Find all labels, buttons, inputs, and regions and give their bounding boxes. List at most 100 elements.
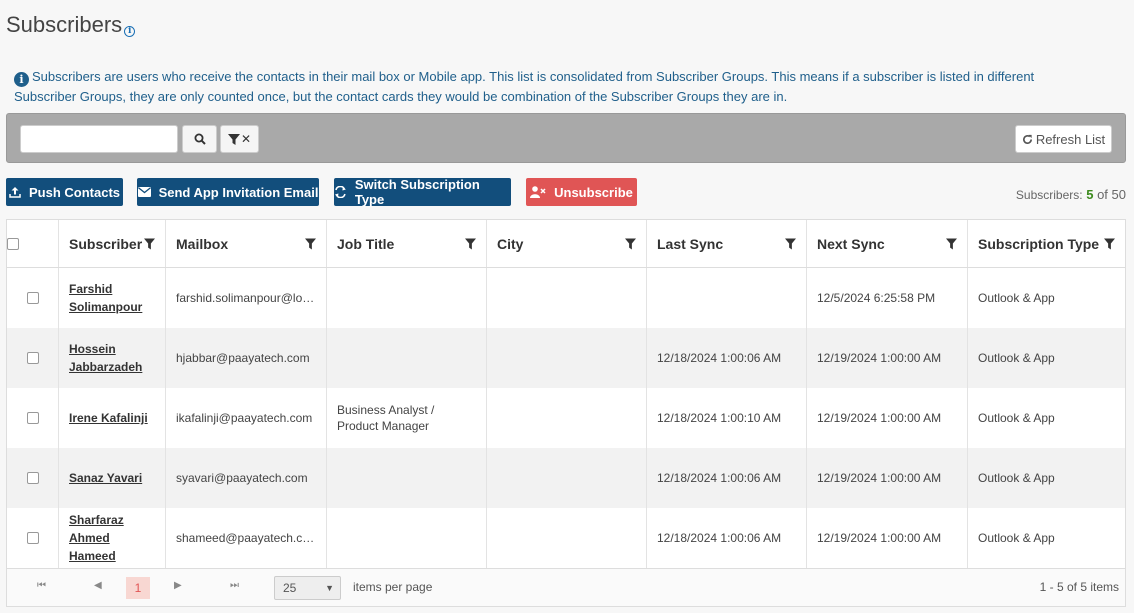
page-size-select[interactable]: 25 ▼ bbox=[274, 576, 341, 600]
column-label: Subscription Type bbox=[978, 235, 1100, 252]
row-select-cell bbox=[7, 328, 59, 388]
table-row[interactable]: Sharfaraz Ahmed Hameed shameed@paayatech… bbox=[7, 508, 1125, 568]
notice-text: Subscribers are users who receive the co… bbox=[14, 69, 1035, 104]
subscription-type-cell: Outlook & App bbox=[968, 328, 1125, 388]
subscription-type-value: Outlook & App bbox=[978, 531, 1055, 545]
job-title-cell bbox=[327, 448, 487, 508]
last-sync-value: 12/18/2024 1:00:10 AM bbox=[657, 411, 782, 425]
subscriber-link[interactable]: Sanaz Yavari bbox=[69, 469, 142, 487]
row-checkbox[interactable] bbox=[26, 352, 39, 364]
last-sync-cell: 12/18/2024 1:00:10 AM bbox=[647, 388, 807, 448]
info-notice: i Subscribers are users who receive the c… bbox=[14, 67, 1094, 107]
search-button[interactable] bbox=[182, 125, 217, 153]
send-invitation-button[interactable]: Send App Invitation Email bbox=[137, 178, 319, 206]
job-title-cell bbox=[327, 508, 487, 568]
next-sync-value: 12/19/2024 1:00:00 AM bbox=[817, 471, 942, 485]
table-row[interactable]: Farshid Solimanpour farshid.solimanpour@… bbox=[7, 268, 1125, 328]
last-sync-value: 12/18/2024 1:00:06 AM bbox=[657, 531, 782, 545]
refresh-list-button[interactable]: Refresh List bbox=[1015, 125, 1112, 153]
count-label: Subscribers: bbox=[1015, 188, 1083, 202]
switch-subscription-button[interactable]: Switch Subscription Type bbox=[334, 177, 511, 207]
last-sync-cell: 12/18/2024 1:00:06 AM bbox=[647, 328, 807, 388]
next-sync-value: 12/19/2024 1:00:00 AM bbox=[817, 351, 942, 365]
push-contacts-button[interactable]: Push Contacts bbox=[6, 178, 123, 206]
filter-icon[interactable] bbox=[946, 238, 957, 250]
column-header-next-sync[interactable]: Next Sync bbox=[807, 220, 968, 267]
subscription-type-cell: Outlook & App bbox=[968, 388, 1125, 448]
row-checkbox[interactable] bbox=[26, 532, 39, 544]
switch-subscription-label: Switch Subscription Type bbox=[354, 177, 480, 207]
refresh-icon bbox=[1022, 134, 1032, 144]
envelope-icon bbox=[137, 187, 151, 197]
subscription-type-cell: Outlook & App bbox=[968, 268, 1125, 328]
column-header-subscriber[interactable]: Subscriber bbox=[59, 220, 166, 267]
subscriber-link[interactable]: Irene Kafalinji bbox=[69, 409, 148, 427]
count-total: of 50 bbox=[1097, 187, 1126, 202]
last-sync-value: 12/18/2024 1:00:06 AM bbox=[657, 351, 782, 365]
job-title-value: Business Analyst / Product Manager bbox=[337, 403, 435, 433]
search-input[interactable] bbox=[20, 125, 178, 153]
current-page-button[interactable]: 1 bbox=[126, 577, 150, 599]
next-page-icon[interactable]: ▶ bbox=[174, 580, 182, 591]
column-header-subscription-type[interactable]: Subscription Type bbox=[968, 220, 1125, 267]
row-checkbox[interactable] bbox=[26, 292, 39, 304]
filter-icon bbox=[227, 133, 240, 145]
subscriber-cell: Farshid Solimanpour bbox=[59, 268, 166, 328]
column-header-city[interactable]: City bbox=[487, 220, 647, 267]
last-sync-cell: 12/18/2024 1:00:06 AM bbox=[647, 508, 807, 568]
info-icon[interactable]: i bbox=[124, 26, 136, 37]
subscriber-link[interactable]: Sharfaraz Ahmed Hameed bbox=[69, 511, 155, 565]
column-header-mailbox[interactable]: Mailbox bbox=[166, 220, 327, 267]
column-label: Job Title bbox=[337, 235, 395, 252]
next-sync-cell: 12/5/2024 6:25:58 PM bbox=[807, 268, 968, 328]
mailbox-cell: farshid.solimanpour@lotra... bbox=[166, 268, 327, 328]
column-header-job-title[interactable]: Job Title bbox=[327, 220, 487, 267]
next-sync-value: 12/5/2024 6:25:58 PM bbox=[817, 291, 936, 305]
next-sync-cell: 12/19/2024 1:00:00 AM bbox=[807, 448, 968, 508]
job-title-cell bbox=[327, 328, 487, 388]
row-checkbox[interactable] bbox=[26, 472, 39, 484]
mailbox-cell: hjabbar@paayatech.com bbox=[166, 328, 327, 388]
next-sync-value: 12/19/2024 1:00:00 AM bbox=[817, 411, 942, 425]
column-label: Mailbox bbox=[176, 235, 229, 252]
clear-filter-button[interactable]: ✕ bbox=[220, 125, 259, 153]
header-select-all[interactable] bbox=[7, 220, 59, 267]
last-sync-value: 12/18/2024 1:00:06 AM bbox=[657, 471, 782, 485]
unsubscribe-button[interactable]: Unsubscribe bbox=[526, 178, 637, 206]
filter-icon[interactable] bbox=[625, 238, 636, 250]
mailbox-cell: syavari@paayatech.com bbox=[166, 448, 327, 508]
table-row[interactable]: Hossein Jabbarzadeh hjabbar@paayatech.co… bbox=[7, 328, 1125, 388]
upload-icon bbox=[9, 187, 21, 198]
last-page-icon[interactable]: ⏭ bbox=[230, 580, 239, 591]
last-sync-cell bbox=[647, 268, 807, 328]
previous-page-icon[interactable]: ◀ bbox=[94, 580, 102, 591]
column-header-last-sync[interactable]: Last Sync bbox=[647, 220, 807, 267]
row-checkbox[interactable] bbox=[26, 412, 39, 424]
select-all-checkbox[interactable] bbox=[7, 237, 19, 250]
subscriber-link[interactable]: Farshid Solimanpour bbox=[69, 280, 155, 316]
filter-icon[interactable] bbox=[465, 238, 476, 250]
subscriber-link[interactable]: Hossein Jabbarzadeh bbox=[69, 340, 155, 376]
subscriber-cell: Sanaz Yavari bbox=[59, 448, 166, 508]
table-row[interactable]: Sanaz Yavari syavari@paayatech.com 12/18… bbox=[7, 448, 1125, 508]
count-shown: 5 bbox=[1086, 187, 1094, 202]
city-cell bbox=[487, 388, 647, 448]
table-row[interactable]: Irene Kafalinji ikafalinji@paayatech.com… bbox=[7, 388, 1125, 448]
city-cell bbox=[487, 448, 647, 508]
filter-icon[interactable] bbox=[1104, 238, 1115, 250]
next-sync-cell: 12/19/2024 1:00:00 AM bbox=[807, 388, 968, 448]
filter-icon[interactable] bbox=[785, 238, 796, 250]
first-page-icon[interactable]: ⏮ bbox=[37, 580, 46, 591]
city-cell bbox=[487, 508, 647, 568]
column-label: Subscriber bbox=[69, 235, 143, 252]
mailbox-cell: ikafalinji@paayatech.com bbox=[166, 388, 327, 448]
mailbox-value: shameed@paayatech.com bbox=[176, 531, 316, 545]
info-circle-icon: i bbox=[14, 72, 29, 87]
filter-icon[interactable] bbox=[305, 238, 316, 250]
subscription-type-value: Outlook & App bbox=[978, 351, 1055, 365]
row-select-cell bbox=[7, 508, 59, 568]
unsubscribe-label: Unsubscribe bbox=[554, 184, 633, 200]
column-label: Last Sync bbox=[657, 235, 724, 252]
filter-icon[interactable] bbox=[144, 238, 155, 250]
subscriber-cell: Irene Kafalinji bbox=[59, 388, 166, 448]
